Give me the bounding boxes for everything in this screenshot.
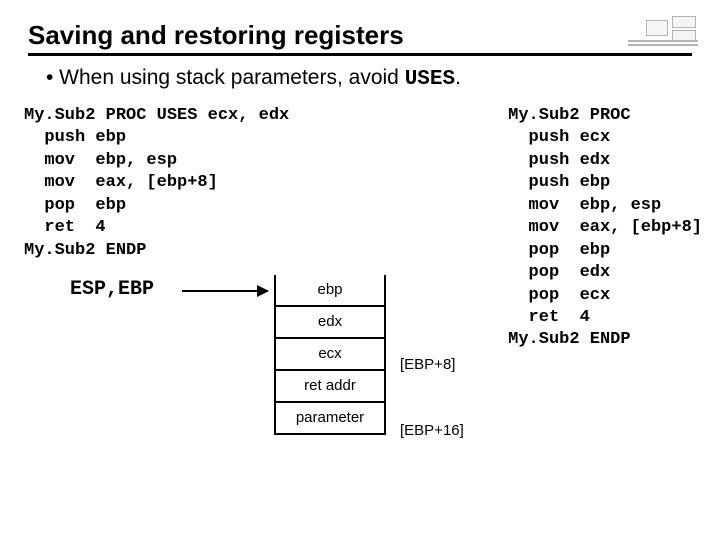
- arrow-icon: [182, 290, 268, 292]
- bullet-text: • When using stack parameters, avoid: [46, 66, 405, 89]
- stack-diagram: ebp edx ecx ret addr parameter: [274, 275, 386, 435]
- stack-cell: ecx: [276, 339, 384, 371]
- stack-cell: ret addr: [276, 371, 384, 403]
- uses-keyword: USES: [405, 68, 455, 91]
- logo-graphic: [628, 12, 698, 54]
- offset-label-ebp8: [EBP+8]: [400, 355, 455, 375]
- code-block-right: My.Sub2 PROC push ecx push edx push ebp …: [508, 105, 702, 352]
- offset-label-ebp16: [EBP+16]: [400, 421, 464, 441]
- slide-title: Saving and restoring registers: [28, 20, 692, 56]
- stack-cell: ebp: [276, 275, 384, 307]
- code-block-left: My.Sub2 PROC USES ecx, edx push ebp mov …: [24, 105, 289, 262]
- stack-cell: parameter: [276, 403, 384, 435]
- stack-cell: edx: [276, 307, 384, 339]
- bullet-line: • When using stack parameters, avoid USE…: [46, 66, 692, 91]
- bullet-tail: .: [455, 66, 461, 89]
- stack-pointer-label: ESP,EBP: [70, 277, 154, 303]
